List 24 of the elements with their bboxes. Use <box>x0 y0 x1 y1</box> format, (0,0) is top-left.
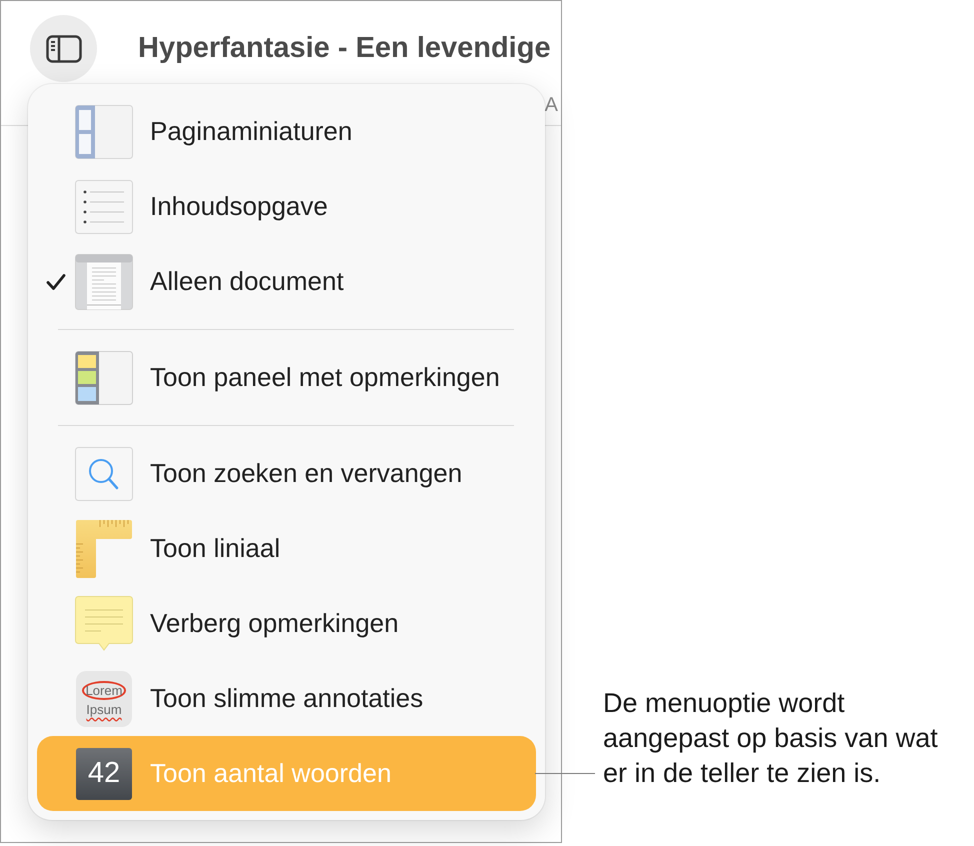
menu-item[interactable]: 42 Toon aantal woorden <box>37 736 536 811</box>
menu-item[interactable]: Verberg opmerkingen <box>37 586 536 661</box>
document-icon <box>75 254 133 310</box>
menu-item[interactable]: Toon paneel met opmerkingen <box>37 340 536 415</box>
menu-item[interactable]: Toon liniaal <box>37 511 536 586</box>
comments-panel-icon <box>75 350 133 404</box>
document-title: Hyperfantasie - Een levendige <box>138 32 551 65</box>
note-icon <box>75 596 133 652</box>
word-count-display: 42 <box>76 748 132 800</box>
menu-item[interactable]: Lorem Ipsum Toon slimme annotaties <box>37 661 536 736</box>
leader-line <box>535 772 595 774</box>
menu-item[interactable]: Alleen document <box>37 244 536 319</box>
callout-text: De menuoptie wordt aangepast op basis van wat er in de teller te zien is. <box>603 687 939 790</box>
ruler-icon <box>76 520 132 578</box>
search-icon <box>75 446 133 500</box>
squiggle-underlined-word: Ipsum <box>86 702 122 716</box>
list-icon <box>75 180 133 234</box>
menu-item[interactable]: Toon zoeken en vervangen <box>37 436 536 511</box>
menu-item[interactable]: Paginaminiaturen <box>37 94 536 169</box>
cut-off-label: A <box>544 93 558 117</box>
sidebar-icon <box>46 34 82 62</box>
circled-word: Lorem <box>82 680 126 700</box>
page-thumbnails-icon <box>75 104 133 158</box>
menu-item[interactable]: Inhoudsopgave <box>37 169 536 244</box>
